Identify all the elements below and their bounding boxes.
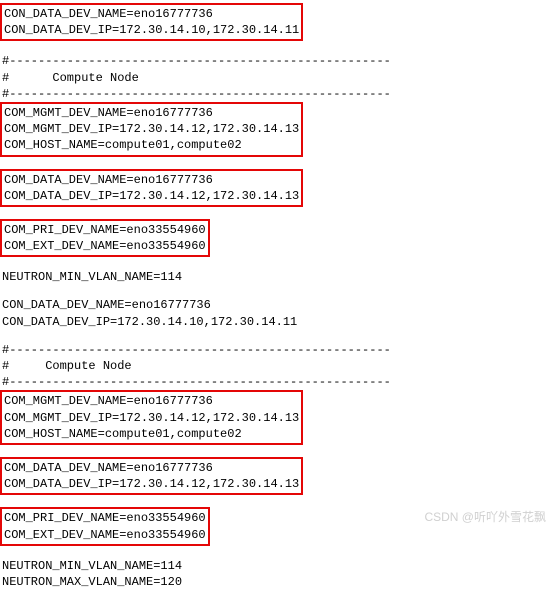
config-line: CON_DATA_DEV_IP=172.30.14.10,172.30.14.1… <box>4 22 299 38</box>
highlight-box-6: COM_DATA_DEV_NAME=eno16777736 COM_DATA_D… <box>0 457 303 495</box>
config-line: COM_DATA_DEV_IP=172.30.14.12,172.30.14.1… <box>4 476 299 492</box>
section-header: # Compute Node <box>2 358 554 374</box>
config-line: COM_DATA_DEV_NAME=eno16777736 <box>4 460 299 476</box>
config-line: NEUTRON_MAX_VLAN_NAME=120 <box>2 574 554 590</box>
config-line: COM_MGMT_DEV_NAME=eno16777736 <box>4 393 299 409</box>
watermark: CSDN @听吖外雪花飘 <box>424 509 546 525</box>
section-header: # Compute Node <box>2 70 554 86</box>
config-line: COM_EXT_DEV_NAME=eno33554960 <box>4 238 206 254</box>
separator-line: #---------------------------------------… <box>2 342 554 358</box>
config-content: CON_DATA_DEV_NAME=eno16777736 CON_DATA_D… <box>2 3 554 590</box>
config-line: CON_DATA_DEV_NAME=eno16777736 <box>2 297 554 313</box>
config-line: CON_DATA_DEV_IP=172.30.14.10,172.30.14.1… <box>2 314 554 330</box>
highlight-box-1: CON_DATA_DEV_NAME=eno16777736 CON_DATA_D… <box>0 3 303 41</box>
highlight-box-4: COM_PRI_DEV_NAME=eno33554960 COM_EXT_DEV… <box>0 219 210 257</box>
separator-line: #---------------------------------------… <box>2 86 554 102</box>
config-line: COM_MGMT_DEV_IP=172.30.14.12,172.30.14.1… <box>4 410 299 426</box>
highlight-box-2: COM_MGMT_DEV_NAME=eno16777736 COM_MGMT_D… <box>0 102 303 157</box>
config-line: COM_EXT_DEV_NAME=eno33554960 <box>4 527 206 543</box>
config-line: NEUTRON_MIN_VLAN_NAME=114 <box>2 269 554 285</box>
config-line: COM_PRI_DEV_NAME=eno33554960 <box>4 222 206 238</box>
config-line: COM_DATA_DEV_IP=172.30.14.12,172.30.14.1… <box>4 188 299 204</box>
highlight-box-7: COM_PRI_DEV_NAME=eno33554960 COM_EXT_DEV… <box>0 507 210 545</box>
separator-line: #---------------------------------------… <box>2 53 554 69</box>
separator-line: #---------------------------------------… <box>2 374 554 390</box>
config-line: COM_HOST_NAME=compute01,compute02 <box>4 137 299 153</box>
highlight-box-5: COM_MGMT_DEV_NAME=eno16777736 COM_MGMT_D… <box>0 390 303 445</box>
config-line: COM_MGMT_DEV_IP=172.30.14.12,172.30.14.1… <box>4 121 299 137</box>
config-line: COM_DATA_DEV_NAME=eno16777736 <box>4 172 299 188</box>
config-line: COM_HOST_NAME=compute01,compute02 <box>4 426 299 442</box>
highlight-box-3: COM_DATA_DEV_NAME=eno16777736 COM_DATA_D… <box>0 169 303 207</box>
config-line: COM_PRI_DEV_NAME=eno33554960 <box>4 510 206 526</box>
config-line: COM_MGMT_DEV_NAME=eno16777736 <box>4 105 299 121</box>
config-line: CON_DATA_DEV_NAME=eno16777736 <box>4 6 299 22</box>
config-line: NEUTRON_MIN_VLAN_NAME=114 <box>2 558 554 574</box>
